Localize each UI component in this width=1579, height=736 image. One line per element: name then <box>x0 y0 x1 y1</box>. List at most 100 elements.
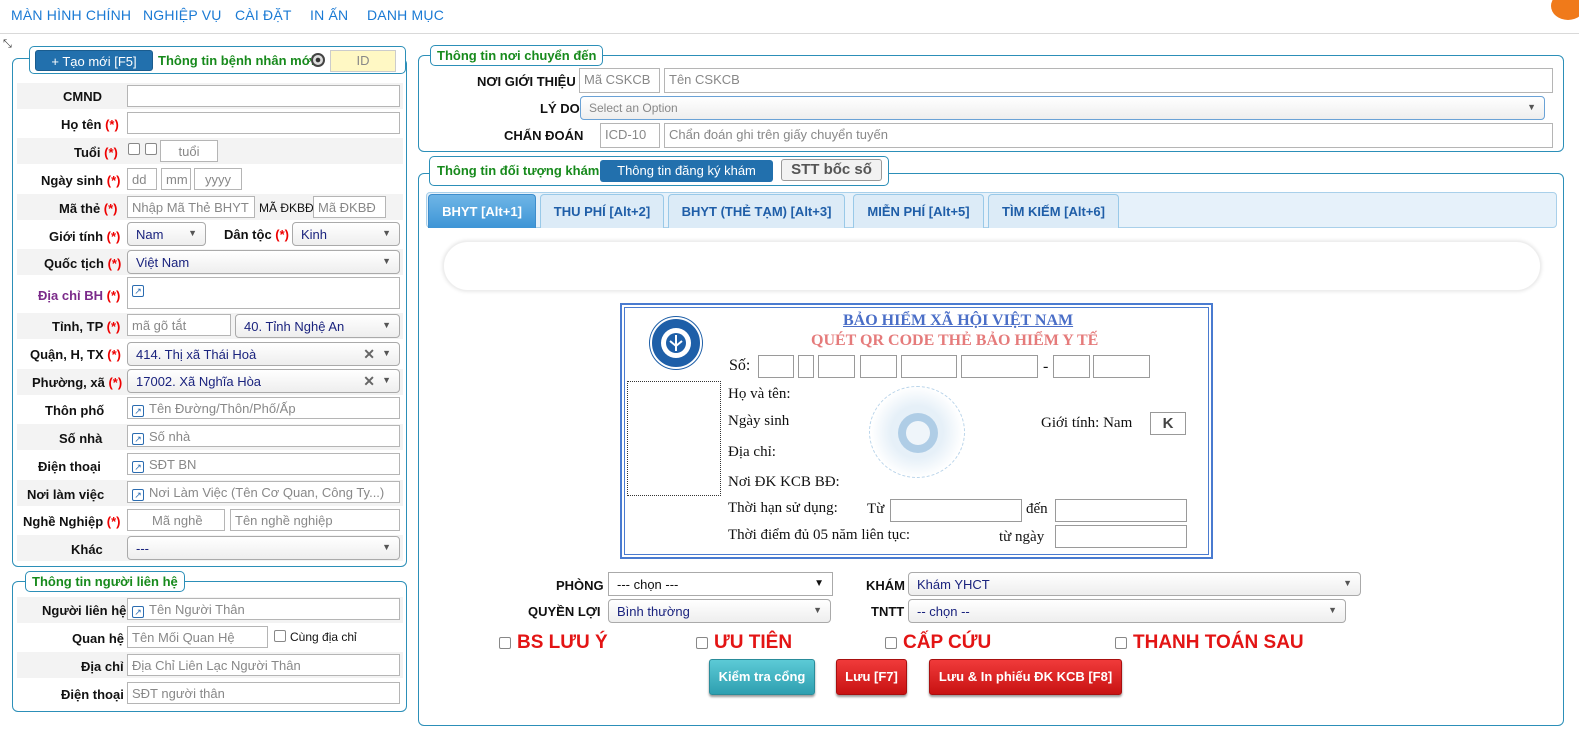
label-contact-phone: Điện thoại <box>61 687 124 702</box>
ethnic-select[interactable]: Kinh ▼ <box>292 222 400 246</box>
province-code-input[interactable]: mã gõ tắt <box>127 314 231 336</box>
label-referral-source: NƠI GIỚI THIỆU <box>477 74 576 89</box>
save-button[interactable]: Lưu [F7] <box>836 659 907 695</box>
card-to-label: đến <box>1026 501 1048 517</box>
district-select[interactable]: 414. Thị xã Thái Hoà ✕ ▼ <box>127 342 400 366</box>
referral-code-input[interactable]: Mã CSKCB <box>579 68 660 93</box>
card-gender-box[interactable]: K <box>1150 412 1186 435</box>
ward-select[interactable]: 17002. Xã Nghĩa Hòa ✕ ▼ <box>127 369 400 393</box>
tab-bhyt[interactable]: BHYT [Alt+1] <box>428 194 536 228</box>
gender-select[interactable]: Nam ▼ <box>127 222 206 246</box>
chevron-down-icon: ▼ <box>382 375 391 385</box>
chevron-down-icon: ▼ <box>188 228 197 238</box>
age-input[interactable]: tuổi <box>160 140 218 162</box>
webcam-icon[interactable] <box>311 53 325 67</box>
icd-input[interactable]: ICD-10 <box>600 123 660 148</box>
cmnd-input[interactable] <box>127 85 400 107</box>
card-valid-to-input[interactable] <box>1055 499 1187 522</box>
flag-doctor-note-label: BS LƯU Ý <box>517 632 608 653</box>
clear-icon[interactable]: ✕ <box>363 346 375 363</box>
nav-operations[interactable]: NGHIỆP VỤ <box>143 7 222 23</box>
label-district: Quận, H, TX (*) <box>30 347 122 362</box>
label-tntt: TNTT <box>871 604 905 619</box>
tntt-select[interactable]: -- chọn -- ▼ <box>908 599 1346 623</box>
flag-priority-checkbox[interactable] <box>696 637 708 649</box>
dob-day-input[interactable]: dd <box>127 168 157 190</box>
card-number-box-1[interactable] <box>758 355 794 378</box>
job-name-input[interactable]: Tên nghề nghiệp <box>230 509 400 531</box>
external-link-icon: ↗ <box>132 489 144 501</box>
kcbbd-input[interactable]: Mã ĐKBĐ <box>313 196 386 218</box>
contact-address-input[interactable]: Địa Chỉ Liên Lạc Người Thân <box>127 654 400 676</box>
name-input[interactable] <box>127 112 400 134</box>
ticket-number-button[interactable]: STT bốc số <box>781 159 882 181</box>
patient-id-field[interactable]: ID <box>330 50 396 72</box>
check-gateway-button[interactable]: Kiểm tra cổng <box>709 659 815 695</box>
card-number-box-3[interactable] <box>818 355 855 378</box>
flag-pay-later-checkbox[interactable] <box>1115 637 1127 649</box>
benefit-select[interactable]: Bình thường ▼ <box>608 599 831 623</box>
label-relation: Quan hệ <box>72 631 125 646</box>
nav-catalog[interactable]: DANH MỤC <box>367 7 444 23</box>
house-input[interactable]: ↗ Số nhà <box>127 425 400 447</box>
label-house: Số nhà <box>59 431 103 446</box>
nav-print[interactable]: IN ẤN <box>310 7 348 23</box>
register-info-button[interactable]: Thông tin đăng ký khám <box>600 160 773 182</box>
clear-icon[interactable]: ✕ <box>363 373 375 390</box>
card-number-dash: - <box>1043 358 1049 375</box>
work-input[interactable]: ↗ Nơi Làm Việc (Tên Cơ Quan, Công Ty...) <box>127 481 400 503</box>
card-photo <box>627 381 721 496</box>
save-print-button[interactable]: Lưu & In phiếu ĐK KCB [F8] <box>929 659 1122 695</box>
label-hamlet: Thôn phố <box>45 403 105 418</box>
province-select[interactable]: 40. Tỉnh Nghệ An ▼ <box>235 314 400 338</box>
hamlet-input[interactable]: ↗ Tên Đường/Thôn/Phố/Ấp <box>127 397 400 419</box>
room-select[interactable]: --- chọn --- ▼ <box>608 572 833 596</box>
card-number-box-4[interactable] <box>860 355 897 378</box>
age-checkbox-1[interactable] <box>128 143 140 155</box>
flag-doctor-note-checkbox[interactable] <box>499 637 511 649</box>
same-address-checkbox[interactable] <box>274 630 286 642</box>
contact-person-input[interactable]: ↗ Tên Người Thân <box>127 598 400 620</box>
label-kcbbd: MÃ ĐKBĐ <box>259 201 314 215</box>
job-code-input[interactable]: Mã nghề <box>127 509 225 531</box>
flag-emergency-checkbox[interactable] <box>885 637 897 649</box>
label-phone: Điện thoại <box>38 459 101 474</box>
card-input[interactable]: Nhập Mã Thẻ BHYT <box>127 196 255 218</box>
expand-icon[interactable]: ⤡ <box>3 38 17 50</box>
tab-temp-card[interactable]: BHYT (THẺ TẠM) [Alt+3] <box>668 194 845 228</box>
card-number-box-2[interactable] <box>798 355 814 378</box>
card-number-box-6[interactable] <box>961 355 1038 378</box>
address-bh-textarea[interactable]: ↗ <box>127 277 400 309</box>
card-number-box-7[interactable] <box>1053 355 1090 378</box>
watermark-logo-icon <box>869 386 965 478</box>
age-checkbox-2[interactable] <box>145 143 157 155</box>
nav-settings[interactable]: CÀI ĐẶT <box>235 7 292 23</box>
label-room: PHÒNG <box>556 578 604 593</box>
tab-service-fee[interactable]: THU PHÍ [Alt+2] <box>540 194 664 228</box>
phone-input[interactable]: ↗ SĐT BN <box>127 453 400 475</box>
card-number-box-5[interactable] <box>901 355 957 378</box>
card-valid-label: Thời hạn sử dụng: <box>728 500 838 516</box>
clinic-select[interactable]: Khám YHCT ▼ <box>908 572 1361 596</box>
card-number-box-8[interactable] <box>1093 355 1150 378</box>
relation-input[interactable]: Tên Mối Quan Hệ <box>127 626 268 648</box>
card-five-years-label: Thời điểm đủ 05 năm liên tục: <box>728 527 911 543</box>
tab-free[interactable]: MIỄN PHÍ [Alt+5] <box>853 194 984 228</box>
dob-month-input[interactable]: mm <box>161 168 191 190</box>
contact-phone-input[interactable]: SĐT người thân <box>127 682 400 704</box>
card-valid-from-input[interactable] <box>890 499 1022 522</box>
other-select[interactable]: --- ▼ <box>127 536 400 560</box>
new-patient-button[interactable]: + Tạo mới [F5] <box>35 50 153 71</box>
referral-name-input[interactable]: Tên CSKCB <box>664 68 1553 93</box>
nav-main[interactable]: MÀN HÌNH CHÍNH <box>11 7 131 23</box>
dob-year-input[interactable]: yyyy <box>194 168 242 190</box>
nationality-select[interactable]: Việt Nam ▼ <box>127 250 400 274</box>
reason-select[interactable]: Select an Option ▼ <box>580 96 1545 120</box>
label-contact-person: Người liên hệ <box>42 603 127 618</box>
tab-search[interactable]: TÌM KIẾM [Alt+6] <box>988 194 1119 228</box>
diagnosis-input[interactable]: Chẩn đoán ghi trên giấy chuyển tuyến <box>664 123 1553 148</box>
card-title-1: BẢO HIỂM XÃ HỘI VIỆT NAM <box>843 312 1074 329</box>
card-since-input[interactable] <box>1055 525 1187 548</box>
label-name: Họ tên (*) <box>61 117 119 132</box>
label-diagnosis: CHẨN ĐOÁN <box>504 128 584 143</box>
